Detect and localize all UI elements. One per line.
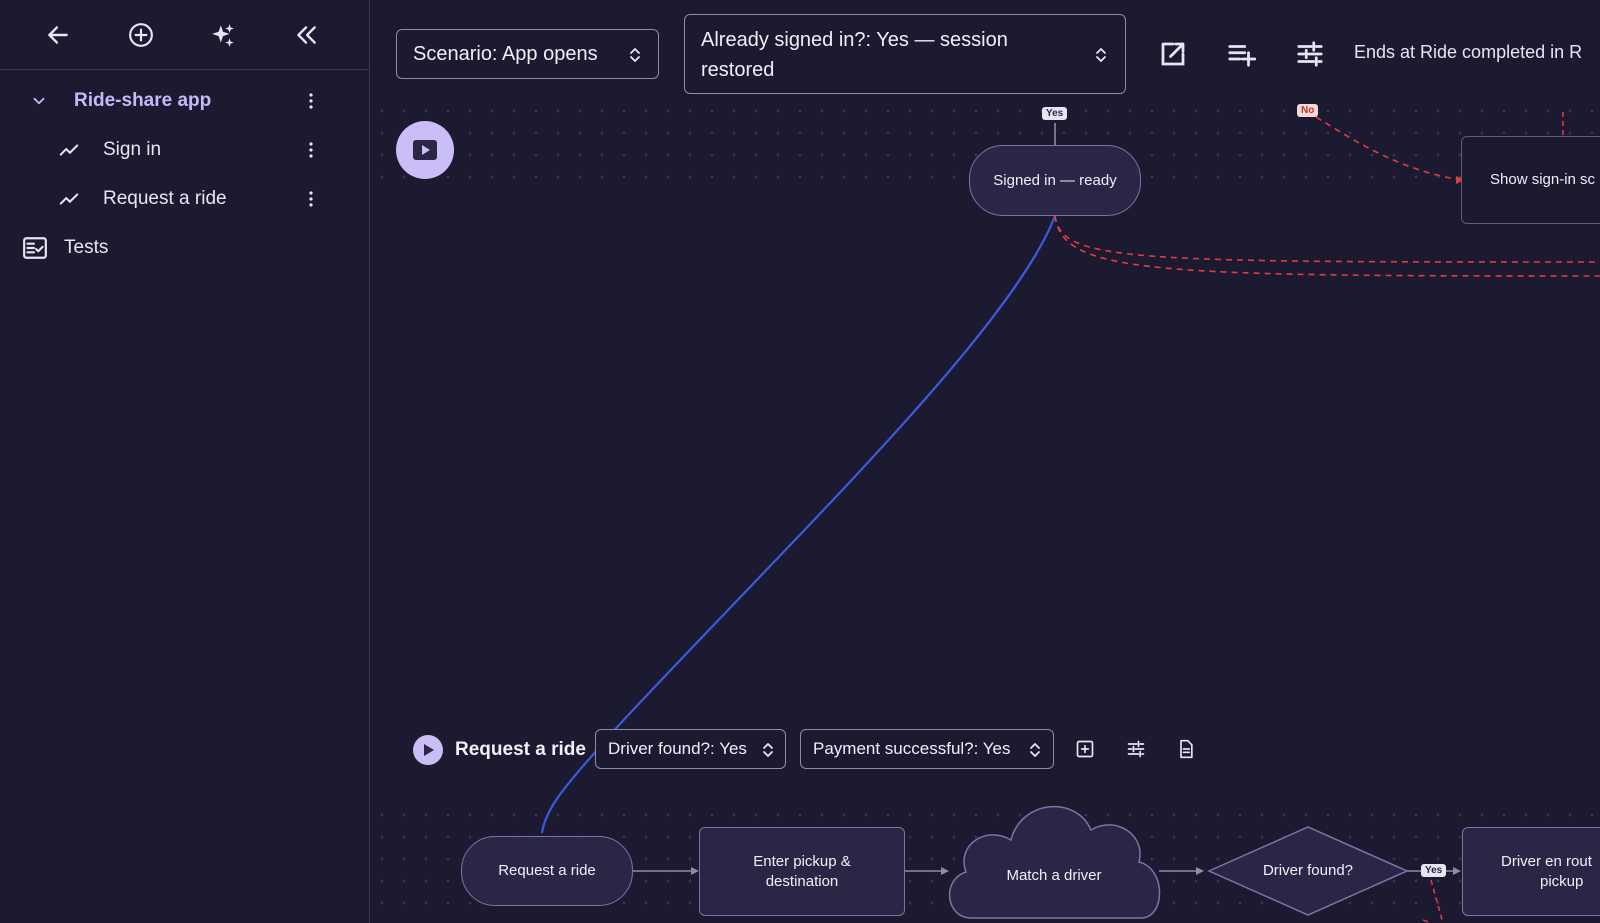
- flow-edges: [540, 112, 1600, 923]
- payment-successful-select[interactable]: Payment successful?: Yes: [800, 729, 1054, 769]
- yes-label: Yes: [1042, 107, 1068, 120]
- tree-item-label: Request a ride: [103, 187, 227, 209]
- node-label-line2: pickup: [1540, 872, 1584, 890]
- collapse-sidebar-button[interactable]: [286, 15, 326, 55]
- yes-label: Yes: [1421, 864, 1447, 877]
- driver-found-select-value: Driver found?: Yes: [608, 739, 747, 758]
- arrow-left-icon: [48, 25, 68, 44]
- lane-title: Request a ride: [455, 739, 586, 760]
- ai-generate-button[interactable]: [204, 15, 244, 55]
- node-label: Show sign-in sc: [1490, 171, 1596, 188]
- trend-line-icon: [59, 143, 79, 156]
- tree-item-label: Tests: [64, 236, 109, 258]
- sidebar-toolbar: [0, 0, 369, 70]
- document-icon[interactable]: [1176, 739, 1196, 759]
- more-vertical-icon[interactable]: [306, 141, 316, 159]
- play-icon: [424, 744, 434, 756]
- arrowhead: [1453, 867, 1461, 875]
- chevron-down-icon[interactable]: [30, 92, 48, 110]
- tree-item-label: Sign in: [103, 138, 162, 160]
- back-button[interactable]: [38, 15, 78, 55]
- arrowhead: [691, 867, 699, 875]
- project-tree: Ride-share app Sign in Request a ride Te…: [0, 70, 369, 272]
- playlist-add-icon[interactable]: [1226, 39, 1256, 69]
- signed-in-select-line1: Already signed in?: Yes — session: [701, 29, 1008, 51]
- node-label-line1: Enter pickup &: [753, 852, 851, 870]
- sidebar: Ride-share app Sign in Request a ride Te…: [0, 0, 370, 923]
- signed-in-select[interactable]: Already signed in?: Yes — session restor…: [684, 14, 1126, 94]
- edge-no-to-show-signin: [1315, 116, 1462, 181]
- plus-circle-icon: [128, 22, 153, 47]
- arrowhead: [941, 867, 949, 875]
- node-signed-in-ready[interactable]: Signed in — ready: [969, 145, 1141, 216]
- more-vertical-icon[interactable]: [306, 190, 316, 208]
- run-scenario-button[interactable]: [396, 121, 454, 179]
- sparkles-icon: [212, 23, 235, 47]
- tune-icon[interactable]: [1295, 39, 1325, 69]
- node-label: Signed in — ready: [993, 171, 1117, 189]
- chevron-updown-icon: [1096, 48, 1106, 62]
- signed-in-select-line2: restored: [701, 59, 775, 81]
- chevron-updown-icon: [1030, 743, 1040, 757]
- play-icon: [413, 140, 437, 160]
- chevron-updown-icon: [763, 743, 773, 757]
- node-label-line1: Driver en rout: [1501, 852, 1592, 870]
- checklist-icon: [23, 236, 47, 259]
- node-label: Match a driver: [1006, 867, 1102, 884]
- flow-canvas[interactable]: Scenario: App opens Already signed in?: …: [371, 0, 1600, 923]
- node-match-a-driver[interactable]: Match a driver: [949, 858, 1159, 894]
- edge-dashed-red: [1430, 879, 1444, 923]
- chevron-updown-icon: [630, 48, 640, 62]
- tree-item-label: Ride-share app: [74, 89, 212, 111]
- node-label: Driver found?: [1262, 862, 1354, 879]
- node-driver-en-route-to-pickup[interactable]: Driver en rout pickup: [1462, 827, 1600, 916]
- node-enter-pickup-destination[interactable]: Enter pickup & destination: [699, 827, 905, 916]
- chevrons-left-icon: [297, 25, 316, 44]
- tree-item-request-a-ride[interactable]: Request a ride: [0, 174, 369, 223]
- edge-dashed-red: [1054, 215, 1600, 277]
- tree-item-tests[interactable]: Tests: [0, 223, 369, 272]
- run-lane-button[interactable]: [413, 735, 443, 765]
- node-label: Request a ride: [498, 862, 596, 879]
- add-box-icon[interactable]: [1075, 739, 1095, 759]
- driver-found-select[interactable]: Driver found?: Yes: [595, 729, 786, 769]
- add-button[interactable]: [121, 15, 161, 55]
- more-vertical-icon[interactable]: [306, 92, 316, 110]
- ends-at-text: Ends at Ride completed in R: [1354, 42, 1583, 62]
- node-label-line2: destination: [765, 872, 839, 890]
- tree-item-sign-in[interactable]: Sign in: [0, 125, 369, 174]
- node-driver-found-decision[interactable]: Driver found?: [1229, 856, 1387, 886]
- arrowhead: [1196, 867, 1204, 875]
- payment-successful-select-value: Payment successful?: Yes: [813, 739, 1011, 758]
- trend-line-icon: [59, 192, 79, 205]
- node-show-sign-in-screen[interactable]: Show sign-in sc: [1461, 136, 1600, 224]
- open-external-icon[interactable]: [1158, 39, 1188, 69]
- tree-item-ride-share-app[interactable]: Ride-share app: [0, 76, 369, 125]
- scenario-select[interactable]: Scenario: App opens: [396, 29, 659, 79]
- scenario-select-value: Scenario: App opens: [413, 43, 598, 65]
- tune-icon[interactable]: [1126, 739, 1146, 759]
- node-request-a-ride[interactable]: Request a ride: [461, 836, 633, 906]
- no-label: No: [1297, 104, 1319, 117]
